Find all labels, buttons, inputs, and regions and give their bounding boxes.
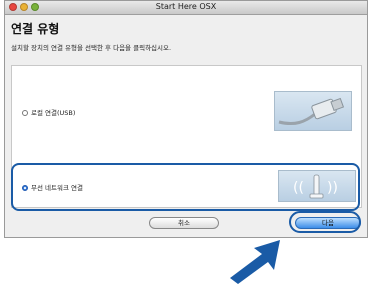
window-title: Start Here OSX xyxy=(155,2,217,11)
option-usb[interactable]: 로컬 연결(USB) xyxy=(22,107,75,117)
wireless-option-highlight xyxy=(11,163,360,211)
pointer-arrow-icon xyxy=(230,240,280,284)
cancel-button[interactable]: 취소 xyxy=(149,217,219,229)
title-bar: Start Here OSX xyxy=(5,1,367,15)
option-usb-label: 로컬 연결(USB) xyxy=(31,109,76,117)
usb-cable-icon xyxy=(274,91,352,131)
page-title: 연결 유형 xyxy=(11,22,60,36)
next-button-highlight xyxy=(289,211,361,233)
instruction-text: 설치할 장치의 연결 유형을 선택한 후 다음을 클릭하십시오. xyxy=(11,44,172,52)
radio-usb[interactable] xyxy=(22,110,28,116)
